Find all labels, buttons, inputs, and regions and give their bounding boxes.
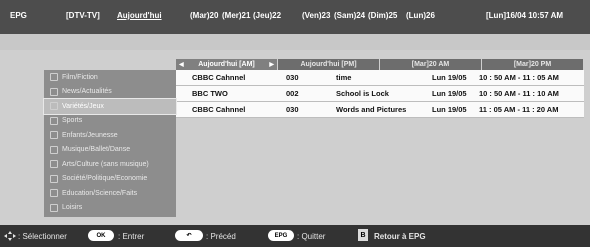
program-time: 10 : 50 AM - 11 : 05 AM xyxy=(479,73,559,82)
society-icon xyxy=(50,174,58,183)
day-fri-23[interactable]: (Ven)23 xyxy=(302,11,330,20)
help-enter: : Entrer xyxy=(118,232,145,241)
clock: [Lun]16/04 10:57 AM xyxy=(486,11,564,20)
epg-title: EPG xyxy=(10,11,27,20)
genre-label: News/Actualités xyxy=(62,88,112,96)
education-icon xyxy=(50,189,58,198)
genre-item-music[interactable]: Musique/Ballet/Danse xyxy=(44,143,176,158)
day-tue-20[interactable]: (Mar)20 xyxy=(190,11,218,20)
genre-label: Film/Fiction xyxy=(62,73,98,81)
help-select: : Sélectionner xyxy=(18,232,67,241)
music-icon xyxy=(50,145,58,154)
ok-key-icon: OK xyxy=(88,230,114,241)
channel-name: BBC TWO xyxy=(192,89,228,98)
day-wed-21[interactable]: (Mer)21 xyxy=(222,11,250,20)
program-time: 11 : 05 AM - 11 : 20 AM xyxy=(479,105,559,114)
genre-item-film[interactable]: Film/Fiction xyxy=(44,70,176,85)
leisure-icon xyxy=(50,203,58,212)
genre-label: Loisirs xyxy=(62,204,83,212)
epg-header: EPG [DTV-TV] Aujourd'hui (Mar)20 (Mer)21… xyxy=(0,0,590,34)
back-key-icon: ↶ xyxy=(175,230,203,241)
program-title: Words and Pictures xyxy=(336,105,407,114)
sports-icon xyxy=(50,116,58,125)
time-tabs: ◀ Aujourd'hui [AM] ▶ Aujourd'hui [PM] [M… xyxy=(176,59,584,70)
program-title: time xyxy=(336,73,352,82)
tab-today[interactable]: Aujourd'hui xyxy=(117,11,162,20)
program-date: Lun 19/05 xyxy=(432,105,467,114)
arts-icon xyxy=(50,160,58,169)
genre-item-education[interactable]: Education/Science/Faits xyxy=(44,186,176,201)
help-previous: : Précéd xyxy=(206,232,236,241)
program-row[interactable]: CBBC Cahnnel 030 Words and Pictures Lun … xyxy=(176,102,584,118)
epg-key-icon: EPG xyxy=(268,230,294,241)
help-bar: : Sélectionner OK : Entrer ↶ : Précéd EP… xyxy=(0,225,590,247)
channel-name: CBBC Cahnnel xyxy=(192,73,246,82)
program-list: CBBC Cahnnel 030 time Lun 19/05 10 : 50 … xyxy=(176,70,584,118)
day-thu-22[interactable]: (Jeu)22 xyxy=(253,11,281,20)
help-quit: : Quitter xyxy=(297,232,326,241)
tab-tue20-pm[interactable]: [Mar]20 PM xyxy=(482,59,584,70)
genre-menu: Film/Fiction News/Actualités Variétés/Je… xyxy=(43,70,177,217)
day-mon-26[interactable]: (Lun)26 xyxy=(406,11,435,20)
show-icon xyxy=(50,102,58,111)
program-date: Lun 19/05 xyxy=(432,89,467,98)
news-icon xyxy=(50,87,58,96)
genre-item-sports[interactable]: Sports xyxy=(44,114,176,129)
day-sat-24[interactable]: (Sam)24 xyxy=(334,11,365,20)
genre-label: Education/Science/Faits xyxy=(62,189,138,197)
channel-name: CBBC Cahnnel xyxy=(192,105,246,114)
genre-label: Sports xyxy=(62,117,83,125)
source-label: [DTV-TV] xyxy=(66,11,100,20)
program-row[interactable]: BBC TWO 002 School is Lock Lun 19/05 10 … xyxy=(176,86,584,102)
right-arrow-icon[interactable]: ▶ xyxy=(269,61,274,68)
genre-label: Musique/Ballet/Danse xyxy=(62,146,131,154)
tab-tue20-am[interactable]: [Mar]20 AM xyxy=(380,59,482,70)
genre-label: Variétés/Jeux xyxy=(62,102,104,110)
genre-label: Arts/Culture (sans musique) xyxy=(62,160,149,168)
film-icon xyxy=(50,73,58,82)
program-time: 10 : 50 AM - 11 : 10 AM xyxy=(479,89,559,98)
genre-item-arts[interactable]: Arts/Culture (sans musique) xyxy=(44,157,176,172)
program-date: Lun 19/05 xyxy=(432,73,467,82)
genre-item-shows[interactable]: Variétés/Jeux xyxy=(43,98,177,115)
genre-item-news[interactable]: News/Actualités xyxy=(44,85,176,100)
channel-number: 002 xyxy=(286,89,299,98)
children-icon xyxy=(50,131,58,140)
program-title: School is Lock xyxy=(336,89,389,98)
genre-label: Société/Politique/Economie xyxy=(62,175,148,183)
header-divider xyxy=(0,34,590,50)
dpad-icon xyxy=(4,231,16,241)
program-row[interactable]: CBBC Cahnnel 030 time Lun 19/05 10 : 50 … xyxy=(176,70,584,86)
genre-item-society[interactable]: Société/Politique/Economie xyxy=(44,172,176,187)
channel-number: 030 xyxy=(286,105,299,114)
b-key-icon: B xyxy=(358,229,368,241)
tab-today-pm[interactable]: Aujourd'hui [PM] xyxy=(278,59,380,70)
help-back-to-epg: Retour à EPG xyxy=(374,232,426,241)
channel-number: 030 xyxy=(286,73,299,82)
day-sun-25[interactable]: (Dim)25 xyxy=(368,11,397,20)
genre-label: Enfants/Jeunesse xyxy=(62,131,118,139)
genre-item-children[interactable]: Enfants/Jeunesse xyxy=(44,128,176,143)
left-arrow-icon[interactable]: ◀ xyxy=(179,61,184,68)
genre-item-leisure[interactable]: Loisirs xyxy=(44,201,176,216)
tab-label: Aujourd'hui [AM] xyxy=(198,61,255,68)
tab-today-am[interactable]: ◀ Aujourd'hui [AM] ▶ xyxy=(176,59,278,70)
